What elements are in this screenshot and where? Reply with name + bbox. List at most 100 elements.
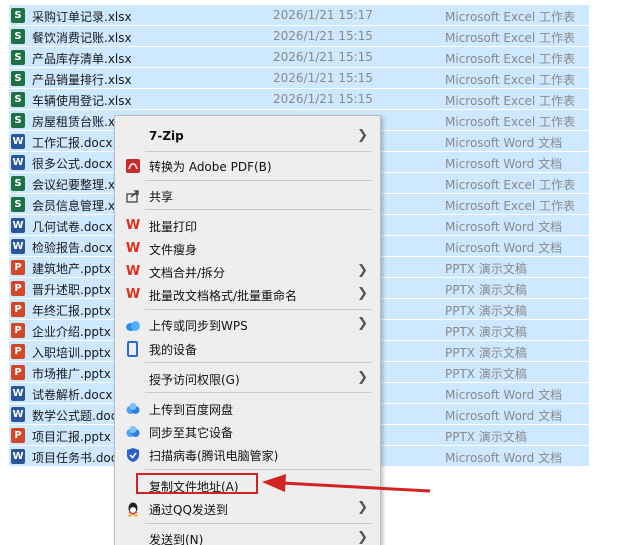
- file-type: PPTX 演示文稿: [445, 325, 527, 339]
- file-type: Microsoft Excel 工作表: [445, 199, 576, 213]
- ppt-icon: P: [11, 260, 25, 275]
- menu-separator: [145, 392, 371, 393]
- menu-separator: [145, 309, 371, 310]
- word-icon: W: [11, 407, 25, 422]
- excel-icon: S: [11, 113, 25, 128]
- menu-item-label: 转换为 Adobe PDF(B): [149, 160, 272, 174]
- file-row[interactable]: S 产品库存清单.xlsx 2026/1/21 15:15 Microsoft Exc…: [0, 47, 620, 68]
- menu-item-label: 同步至其它设备: [149, 426, 234, 440]
- excel-icon: S: [11, 176, 25, 191]
- wps-icon: W: [125, 241, 141, 256]
- file-date: 2026/1/21 15:15: [273, 92, 373, 106]
- chevron-right-icon: ❯: [357, 316, 368, 331]
- file-type: Microsoft Word 文档: [445, 451, 563, 465]
- menu-item-my-device[interactable]: 我的设备: [115, 337, 380, 360]
- menu-item-share[interactable]: 共享: [115, 184, 380, 207]
- menu-item-label: 扫描病毒(腾讯电脑管家): [149, 449, 279, 463]
- file-type: Microsoft Word 文档: [445, 136, 563, 150]
- menu-item-label: 7-Zip: [149, 129, 184, 143]
- menu-item-label: 上传到百度网盘: [149, 403, 234, 417]
- baidu-netdisk-icon: [125, 401, 141, 417]
- file-date: 2026/1/21 15:15: [273, 71, 373, 85]
- file-type: Microsoft Excel 工作表: [445, 10, 576, 24]
- menu-item-batch-print[interactable]: W 批量打印: [115, 214, 380, 237]
- file-type: PPTX 演示文稿: [445, 304, 527, 318]
- menu-separator: [145, 209, 371, 210]
- menu-item-label: 文件瘦身: [149, 243, 198, 257]
- menu-separator: [145, 151, 371, 152]
- ppt-icon: P: [11, 428, 25, 443]
- menu-item-label: 共享: [149, 190, 174, 204]
- menu-item-upload-wps[interactable]: 上传或同步到WPS ❯: [115, 313, 380, 336]
- file-row[interactable]: S 产品销量排行.xlsx 2026/1/21 15:15 Microsoft Exc…: [0, 68, 620, 89]
- file-name: 数学公式题.doc: [32, 409, 118, 423]
- chevron-right-icon: ❯: [357, 286, 368, 301]
- wps-icon: W: [125, 264, 141, 279]
- excel-icon: S: [11, 92, 25, 107]
- menu-item-label: 批量改文档格式/批量重命名: [149, 289, 298, 303]
- wps-icon: W: [125, 287, 141, 302]
- menu-item-send-to[interactable]: 发送到(N) ❯: [115, 527, 380, 545]
- shield-icon: [125, 447, 141, 463]
- menu-item-slim-file[interactable]: W 文件瘦身: [115, 237, 380, 260]
- menu-item-grant-access[interactable]: 授予访问权限(G) ❯: [115, 367, 380, 390]
- ppt-icon: P: [11, 281, 25, 296]
- file-date: 2026/1/21 15:15: [273, 50, 373, 64]
- word-icon: W: [11, 386, 25, 401]
- file-name: 晋升述职.pptx: [32, 283, 111, 297]
- file-type: Microsoft Excel 工作表: [445, 178, 576, 192]
- menu-item-virus-scan[interactable]: 扫描病毒(腾讯电脑管家): [115, 443, 380, 466]
- excel-icon: S: [11, 197, 25, 212]
- file-name: 很多公式.docx: [32, 157, 113, 171]
- ppt-icon: P: [11, 365, 25, 380]
- file-row[interactable]: S 餐饮消费记账.xlsx 2026/1/21 15:15 Microsoft Exc…: [0, 26, 620, 47]
- adobe-pdf-icon: [125, 158, 141, 174]
- menu-item-send-qq[interactable]: 通过QQ发送到 ❯: [115, 497, 380, 520]
- excel-icon: S: [11, 71, 25, 86]
- file-row[interactable]: S 车辆使用登记.xlsx 2026/1/21 15:15 Microsoft Exc…: [0, 89, 620, 110]
- share-icon: [125, 188, 141, 204]
- menu-item-label: 授予访问权限(G): [149, 373, 240, 387]
- menu-item-sync-other[interactable]: 同步至其它设备: [115, 420, 380, 443]
- menu-item-merge-split[interactable]: W 文档合并/拆分 ❯: [115, 260, 380, 283]
- word-icon: W: [11, 134, 25, 149]
- wps-icon: W: [125, 218, 141, 233]
- word-icon: W: [11, 218, 25, 233]
- baidu-netdisk-icon: [125, 424, 141, 440]
- menu-item-convert-pdf[interactable]: 转换为 Adobe PDF(B): [115, 154, 380, 177]
- file-type: Microsoft Excel 工作表: [445, 115, 576, 129]
- ppt-icon: P: [11, 323, 25, 338]
- menu-separator: [145, 469, 371, 470]
- file-name: 项目汇报.pptx: [32, 430, 111, 444]
- file-name: 工作汇报.docx: [32, 136, 113, 150]
- file-type: Microsoft Word 文档: [445, 220, 563, 234]
- menu-item-label: 批量打印: [149, 220, 198, 234]
- qq-icon: [125, 501, 141, 517]
- word-icon: W: [11, 155, 25, 170]
- file-name: 产品库存清单.xlsx: [32, 52, 132, 66]
- word-icon: W: [11, 239, 25, 254]
- file-name: 几何试卷.docx: [32, 220, 113, 234]
- menu-item-batch-rename[interactable]: W 批量改文档格式/批量重命名 ❯: [115, 283, 380, 306]
- file-type: Microsoft Word 文档: [445, 241, 563, 255]
- menu-item-label: 我的设备: [149, 343, 198, 357]
- ppt-icon: P: [11, 344, 25, 359]
- file-type: PPTX 演示文稿: [445, 430, 527, 444]
- word-icon: W: [11, 449, 25, 464]
- file-name: 入职培训.pptx: [32, 346, 111, 360]
- file-name: 建筑地产.pptx: [32, 262, 111, 276]
- menu-separator: [145, 523, 371, 524]
- menu-item-7zip[interactable]: 7-Zip ❯: [115, 125, 380, 148]
- file-name: 产品销量排行.xlsx: [32, 73, 132, 87]
- file-name: 采购订单记录.xlsx: [32, 10, 132, 24]
- file-type: PPTX 演示文稿: [445, 262, 527, 276]
- file-type: Microsoft Excel 工作表: [445, 31, 576, 45]
- file-type: PPTX 演示文稿: [445, 367, 527, 381]
- file-row[interactable]: S 采购订单记录.xlsx 2026/1/21 15:17 Microsoft Exc…: [0, 5, 620, 26]
- menu-item-label: 文档合并/拆分: [149, 266, 226, 280]
- file-name: 试卷解析.docx: [32, 388, 113, 402]
- menu-item-upload-baidu[interactable]: 上传到百度网盘: [115, 397, 380, 420]
- excel-icon: S: [11, 29, 25, 44]
- file-type: PPTX 演示文稿: [445, 283, 527, 297]
- menu-item-label: 发送到(N): [149, 533, 204, 545]
